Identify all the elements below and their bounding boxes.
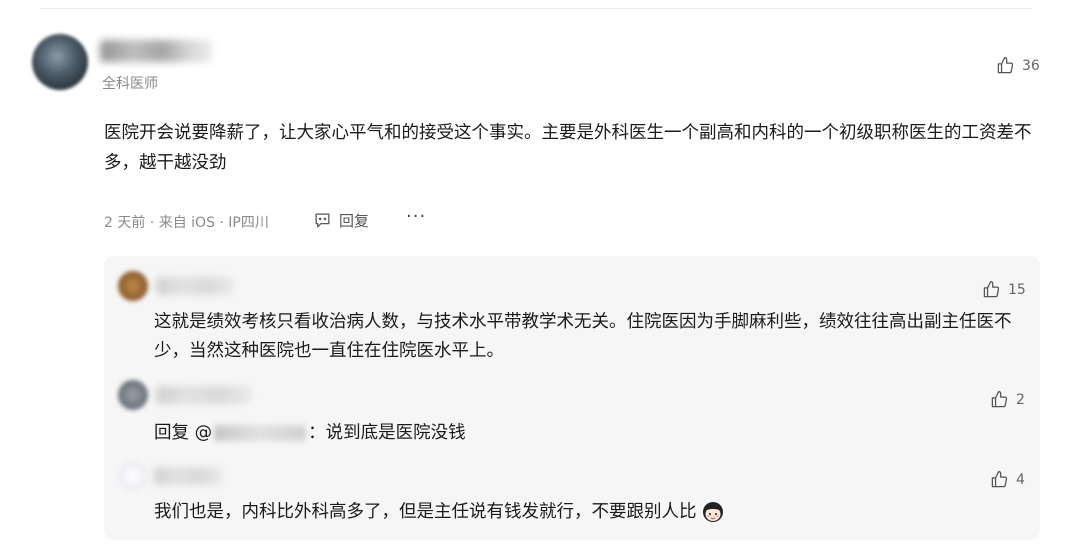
thumbs-up-icon — [991, 470, 1008, 488]
like-count: 36 — [1022, 57, 1040, 74]
comment-meta: 2 天前 · 来自 iOS · IP四川 — [104, 215, 269, 231]
reply-like-button[interactable]: 4 — [990, 470, 1025, 489]
reply-like-count: 4 — [1016, 471, 1025, 488]
reply-avatar[interactable] — [118, 271, 148, 301]
avatar[interactable] — [32, 34, 88, 90]
reply-body: 我们也是，内科比外科高多了，但是主任说有钱发就行，不要跟别人比 — [154, 502, 697, 522]
reply-text: 这就是绩效考核只看收治病人数，与技术水平带教学术无关。住院医因为手脚麻利些，绩效… — [154, 312, 1012, 361]
author-name-blurred[interactable] — [100, 40, 212, 62]
reply-like-count: 2 — [1016, 391, 1025, 408]
author-role: 全科医师 — [102, 76, 158, 92]
more-dots-icon: ··· — [406, 206, 427, 227]
more-button[interactable]: ··· — [406, 206, 426, 227]
reply-author-blurred[interactable] — [156, 277, 234, 295]
reply-author-blurred[interactable] — [154, 467, 222, 485]
top-divider — [40, 8, 1032, 9]
reply-label: 回复 — [339, 212, 370, 230]
like-button[interactable]: 36 — [996, 56, 1040, 75]
thumbs-up-icon — [983, 280, 1000, 298]
replies-container: 15 这就是绩效考核只看收治病人数，与技术水平带教学术无关。住院医因为手脚麻利些… — [104, 256, 1040, 540]
reply-button[interactable]: 回复 — [313, 210, 369, 231]
reply-avatar[interactable] — [118, 461, 148, 491]
reply-like-button[interactable]: 2 — [990, 390, 1025, 409]
mention-blurred[interactable] — [214, 425, 307, 441]
comment-bubble-icon — [315, 213, 330, 228]
thumbs-up-icon — [991, 390, 1008, 408]
reply-text: 我们也是，内科比外科高多了，但是主任说有钱发就行，不要跟别人比 — [154, 498, 1029, 527]
reply-like-count: 15 — [1008, 281, 1026, 298]
reply-prefix: 回复 @ — [154, 423, 213, 443]
reply-text: 回复 @ ：说到底是医院没钱 — [154, 419, 1029, 448]
reply-like-button[interactable]: 15 — [982, 280, 1026, 299]
thumbs-up-icon — [997, 56, 1014, 74]
reply-body: ：说到底是医院没钱 — [308, 423, 466, 443]
reply-author-blurred[interactable] — [156, 386, 251, 404]
reply-avatar[interactable] — [118, 380, 148, 410]
comment-text: 医院开会说要降薪了，让大家心平气和的接受这个事实。主要是外科医生一个副高和内科的… — [104, 123, 1032, 173]
emoji-girl-icon — [702, 502, 723, 522]
